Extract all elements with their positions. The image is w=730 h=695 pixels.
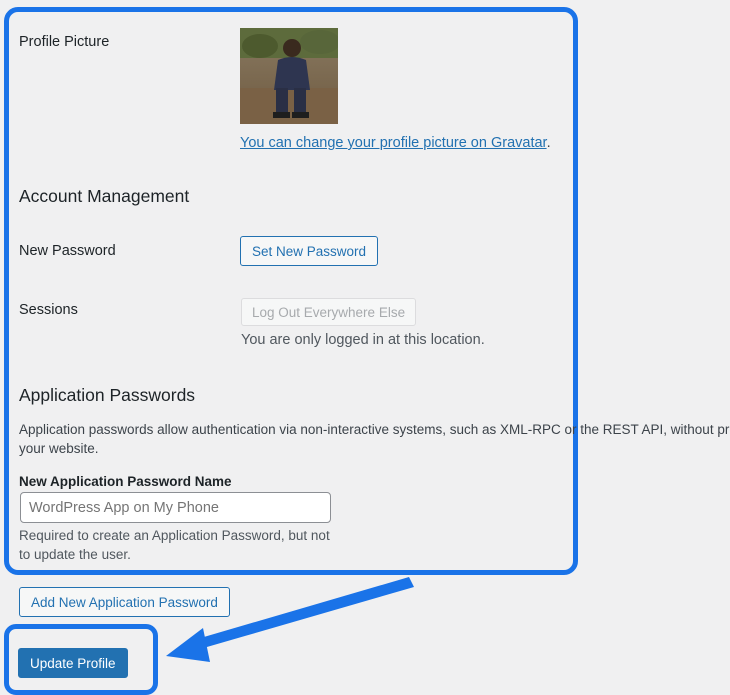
gravatar-link[interactable]: You can change your profile picture on G…: [240, 135, 547, 151]
help-line-2: to update the user.: [19, 547, 131, 562]
help-line-1: Required to create an Application Passwo…: [19, 528, 330, 543]
sessions-note: You are only logged in at this location.: [241, 332, 485, 348]
set-new-password-button[interactable]: Set New Password: [240, 236, 379, 266]
new-password-label: New Password: [19, 243, 116, 259]
profile-picture-label: Profile Picture: [19, 34, 110, 50]
account-management-title: Account Management: [19, 186, 190, 206]
gravatar-text: You can change your profile picture on G…: [240, 135, 551, 151]
add-application-password-button[interactable]: Add New Application Password: [19, 587, 230, 617]
update-profile-button[interactable]: Update Profile: [18, 648, 128, 678]
logout-everywhere-button[interactable]: Log Out Everywhere Else: [241, 298, 417, 326]
sessions-label: Sessions: [19, 302, 78, 318]
application-passwords-description: Application passwords allow authenticati…: [19, 420, 730, 458]
description-line-1: Application passwords allow authenticati…: [19, 422, 730, 437]
app-password-name-label: New Application Password Name: [19, 474, 232, 489]
gravatar-period: .: [546, 135, 551, 151]
app-password-name-input[interactable]: [20, 492, 331, 523]
application-passwords-title: Application Passwords: [19, 385, 196, 405]
app-password-help: Required to create an Application Passwo…: [19, 526, 330, 564]
profile-avatar: [240, 28, 338, 124]
description-line-2: your website.: [19, 441, 99, 456]
